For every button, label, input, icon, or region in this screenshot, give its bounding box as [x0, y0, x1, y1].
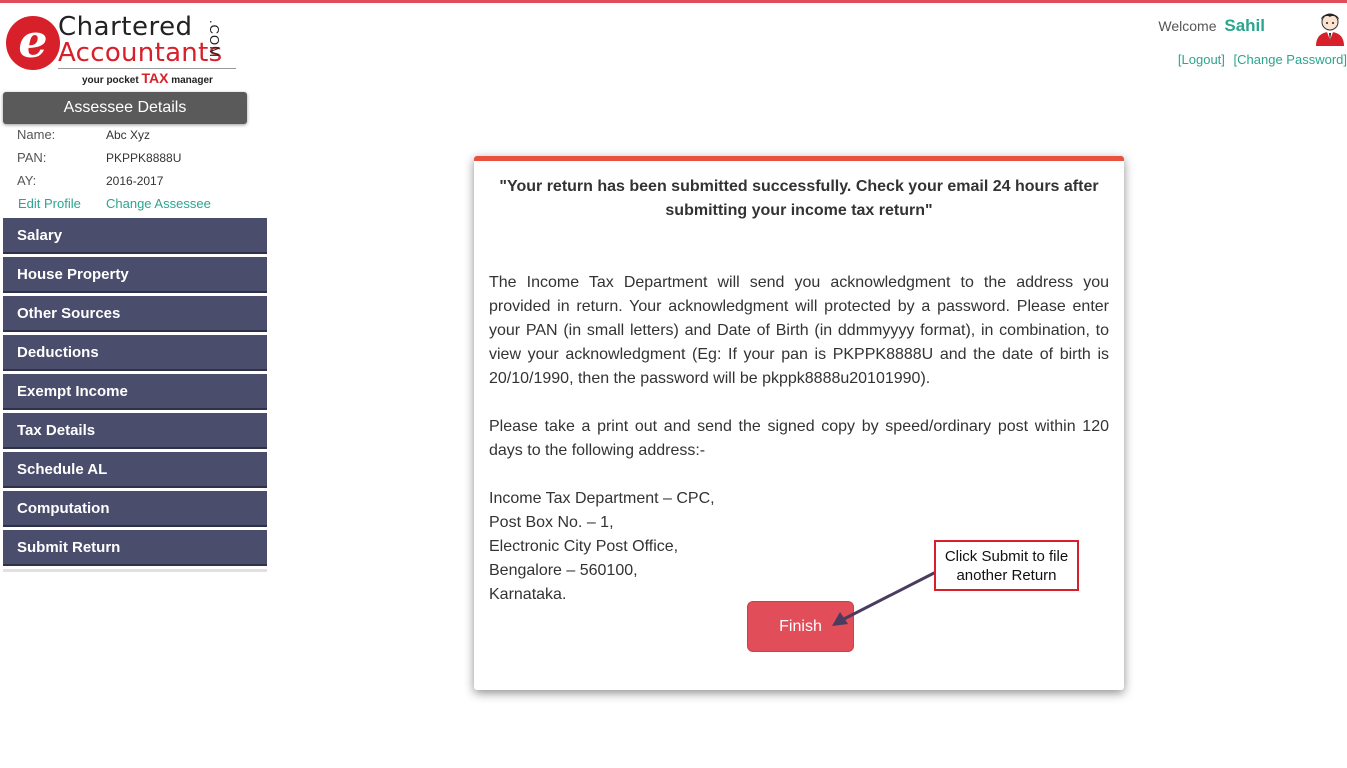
callout-line-2: another Return	[956, 567, 1057, 584]
assessee-pan-row: PAN: PKPPK8888U	[17, 150, 181, 165]
sidebar-item-house-property[interactable]: House Property	[3, 257, 267, 293]
top-accent-bar	[0, 0, 1347, 3]
sidebar-item-schedule-al[interactable]: Schedule AL	[3, 452, 267, 488]
logo-accountants-text: Accountants	[58, 38, 223, 68]
sidebar-menu-divider	[3, 569, 267, 572]
change-password-link[interactable]: [Change Password]	[1234, 52, 1347, 67]
sidebar-item-other-sources[interactable]: Other Sources	[3, 296, 267, 332]
name-value: Abc Xyz	[106, 128, 151, 142]
user-name: Sahil	[1224, 16, 1265, 35]
instruction-callout: Click Submit to file another Return	[934, 540, 1079, 591]
acknowledgment-paragraph: The Income Tax Department will send you …	[489, 274, 1109, 387]
callout-arrow-icon	[832, 570, 937, 626]
ay-value: 2016-2017	[106, 174, 164, 188]
sidebar-item-exempt-income[interactable]: Exempt Income	[3, 374, 267, 410]
sidebar-item-tax-details[interactable]: Tax Details	[3, 413, 267, 449]
print-instructions-paragraph: Please take a print out and send the sig…	[489, 418, 1109, 459]
callout-line-1: Click Submit to file	[944, 548, 1069, 565]
logo-divider	[58, 68, 236, 69]
assessee-ay-row: AY: 2016-2017	[17, 173, 163, 188]
ay-label: AY:	[17, 173, 37, 188]
sidebar-item-submit-return[interactable]: Submit Return	[3, 530, 267, 566]
pan-label: PAN:	[17, 150, 47, 165]
logo-e-mark: e	[6, 16, 60, 70]
tagline-post: manager	[171, 75, 213, 86]
assessee-name-row: Name: Abc Xyz	[17, 127, 150, 142]
logo-tagline: your pocket TAX manager	[82, 70, 213, 86]
name-label: Name:	[17, 127, 56, 142]
assessee-details-header: Assessee Details	[3, 92, 247, 124]
sidebar-item-computation[interactable]: Computation	[3, 491, 267, 527]
submission-success-card: "Your return has been submitted successf…	[474, 156, 1124, 690]
address-line: Post Box No. – 1,	[489, 514, 614, 531]
welcome-message: Welcome Sahil	[1158, 16, 1265, 36]
change-assessee-link[interactable]: Change Assessee	[106, 196, 211, 211]
sidebar-item-salary[interactable]: Salary	[3, 218, 267, 254]
address-line: Income Tax Department – CPC,	[489, 490, 715, 507]
sidebar-item-deductions[interactable]: Deductions	[3, 335, 267, 371]
tagline-pre: your pocket	[82, 75, 139, 86]
profile-links: Edit Profile Change Assessee	[18, 196, 211, 211]
logout-link[interactable]: [Logout]	[1178, 52, 1225, 67]
sidebar-menu: Salary House Property Other Sources Dedu…	[3, 218, 267, 572]
welcome-label: Welcome	[1158, 18, 1217, 34]
tagline-tax: TAX	[141, 70, 169, 86]
site-logo[interactable]: e Chartered Accountants .COM your pocket…	[6, 12, 246, 88]
logo-dotcom-text: .COM	[207, 20, 222, 58]
user-avatar-icon	[1316, 13, 1344, 46]
account-links: [Logout] [Change Password]	[1173, 52, 1347, 67]
success-title: "Your return has been submitted successf…	[499, 178, 1099, 219]
edit-profile-link[interactable]: Edit Profile	[18, 196, 81, 211]
pan-value: PKPPK8888U	[106, 151, 182, 165]
